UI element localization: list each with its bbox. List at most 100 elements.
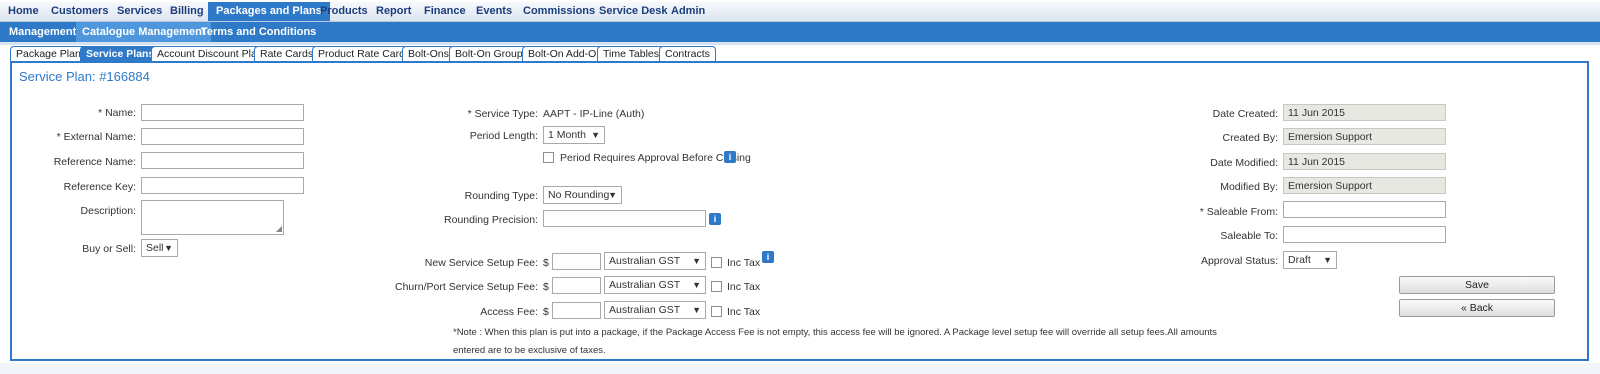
top-navigation: Home Customers Services Billing Packages… [0,2,1600,22]
new-service-setup-fee-amount[interactable] [552,253,601,270]
tab-bolt-ons[interactable]: Bolt-Ons [402,46,455,61]
period-approval-checkbox[interactable] [543,152,554,163]
chevron-down-icon: ▼ [692,256,701,266]
info-icon[interactable]: i [709,213,721,225]
currency-symbol: $ [543,281,549,293]
saleable-to-label: Saleable To: [1220,230,1278,242]
tab-rate-cards[interactable]: Rate Cards [254,46,320,61]
new-service-setup-fee-tax-select[interactable]: Australian GST ▼ [604,252,706,270]
chevron-down-icon: ▼ [164,243,173,253]
subnav-divider [0,42,1600,45]
nav-packages-and-plans[interactable]: Packages and Plans [208,2,330,21]
reference-name-label: Reference Name: [53,156,136,168]
period-length-select[interactable]: 1 Month ▼ [543,126,605,144]
tab-bolt-on-add-on[interactable]: Bolt-On Add-On [522,46,609,61]
description-label: Description: [80,205,136,217]
rounding-type-label: Rounding Type: [464,190,538,202]
chevron-down-icon: ▼ [608,190,617,200]
inc-tax-label: Inc Tax [727,281,761,293]
reference-name-field[interactable] [141,152,304,169]
info-icon[interactable]: i [724,151,736,163]
nav-products[interactable]: Products [320,2,368,21]
nav-admin[interactable]: Admin [671,2,705,21]
save-button[interactable]: Save [1399,276,1555,294]
new-service-setup-inc-tax-checkbox[interactable] [711,257,722,268]
access-fee-tax-select[interactable]: Australian GST ▼ [604,301,706,319]
buy-or-sell-value: Sell [146,242,164,254]
chevron-down-icon: ▼ [692,305,701,315]
modified-by-field: Emersion Support [1283,177,1446,194]
new-service-setup-fee-label: New Service Setup Fee: [424,257,538,269]
churn-port-setup-fee-tax-select[interactable]: Australian GST ▼ [604,276,706,294]
nav-service-desk[interactable]: Service Desk [599,2,668,21]
nav-services[interactable]: Services [117,2,162,21]
access-fee-amount[interactable] [552,302,601,319]
rounding-precision-label: Rounding Precision: [444,214,538,226]
back-button[interactable]: « Back [1399,299,1555,317]
tab-product-rate-cards[interactable]: Product Rate Cards [312,46,417,61]
chevron-down-icon: ▼ [692,280,701,290]
period-length-value: 1 Month [548,129,586,141]
external-name-label: * External Name: [56,131,136,143]
date-created-label: Date Created: [1212,108,1278,120]
nav-billing[interactable]: Billing [170,2,204,21]
reference-key-field[interactable] [141,177,304,194]
note-line-2: entered are to be exclusive of taxes. [453,345,606,356]
created-by-field: Emersion Support [1283,128,1446,145]
external-name-field[interactable] [141,128,304,145]
approval-status-select[interactable]: Draft ▼ [1283,251,1337,269]
nav-finance[interactable]: Finance [424,2,466,21]
date-modified-field: 11 Jun 2015 [1283,153,1446,170]
description-textarea[interactable]: ◢ [141,200,284,235]
created-by-label: Created By: [1222,132,1278,144]
page-title: Service Plan: #166884 [19,69,150,84]
churn-port-setup-fee-label: Churn/Port Service Setup Fee: [395,281,538,293]
rounding-type-select[interactable]: No Rounding ▼ [543,186,622,204]
inc-tax-label: Inc Tax [727,257,761,269]
date-created-field: 11 Jun 2015 [1283,104,1446,121]
period-length-label: Period Length: [469,130,538,142]
subnav-management[interactable]: Management [9,22,76,42]
note-line-1: *Note : When this plan is put into a pac… [453,327,1217,338]
nav-commissions[interactable]: Commissions [523,2,595,21]
churn-port-setup-fee-amount[interactable] [552,277,601,294]
nav-customers[interactable]: Customers [51,2,108,21]
currency-symbol: $ [543,257,549,269]
period-approval-label: Period Requires Approval Before Closing [560,152,751,164]
chevron-down-icon: ▼ [591,130,600,140]
tax-value: Australian GST [609,279,681,291]
inc-tax-label: Inc Tax [727,306,761,318]
date-modified-label: Date Modified: [1210,157,1278,169]
buy-or-sell-label: Buy or Sell: [82,243,136,255]
tab-service-plans[interactable]: Service Plans [80,46,161,61]
reference-key-label: Reference Key: [63,181,136,193]
saleable-from-label: * Saleable From: [1199,206,1278,218]
churn-port-inc-tax-checkbox[interactable] [711,281,722,292]
tab-contracts[interactable]: Contracts [659,46,716,61]
name-label: * Name: [98,107,136,119]
access-fee-inc-tax-checkbox[interactable] [711,306,722,317]
saleable-to-field[interactable] [1283,226,1446,243]
approval-status-label: Approval Status: [1200,255,1278,267]
tax-value: Australian GST [609,255,681,267]
tab-time-tables[interactable]: Time Tables [597,46,666,61]
subnav-terms-and-conditions[interactable]: Terms and Conditions [201,22,316,42]
rounding-type-value: No Rounding [548,189,610,201]
chevron-down-icon: ▼ [1323,255,1332,265]
nav-events[interactable]: Events [476,2,512,21]
tax-value: Australian GST [609,304,681,316]
saleable-from-field[interactable] [1283,201,1446,218]
nav-report[interactable]: Report [376,2,411,21]
service-type-label: * Service Type: [467,108,538,120]
nav-home[interactable]: Home [8,2,39,21]
buy-or-sell-select[interactable]: Sell ▼ [141,239,178,257]
resize-grip-icon[interactable]: ◢ [276,225,282,233]
subnav-catalogue-management[interactable]: Catalogue Management [76,22,212,42]
rounding-precision-field[interactable] [543,210,706,227]
info-icon[interactable]: i [762,251,774,263]
footer-strip [0,363,1600,374]
name-field[interactable] [141,104,304,121]
modified-by-label: Modified By: [1220,181,1278,193]
currency-symbol: $ [543,306,549,318]
sub-navigation: Management Catalogue Management Terms an… [0,22,1600,42]
